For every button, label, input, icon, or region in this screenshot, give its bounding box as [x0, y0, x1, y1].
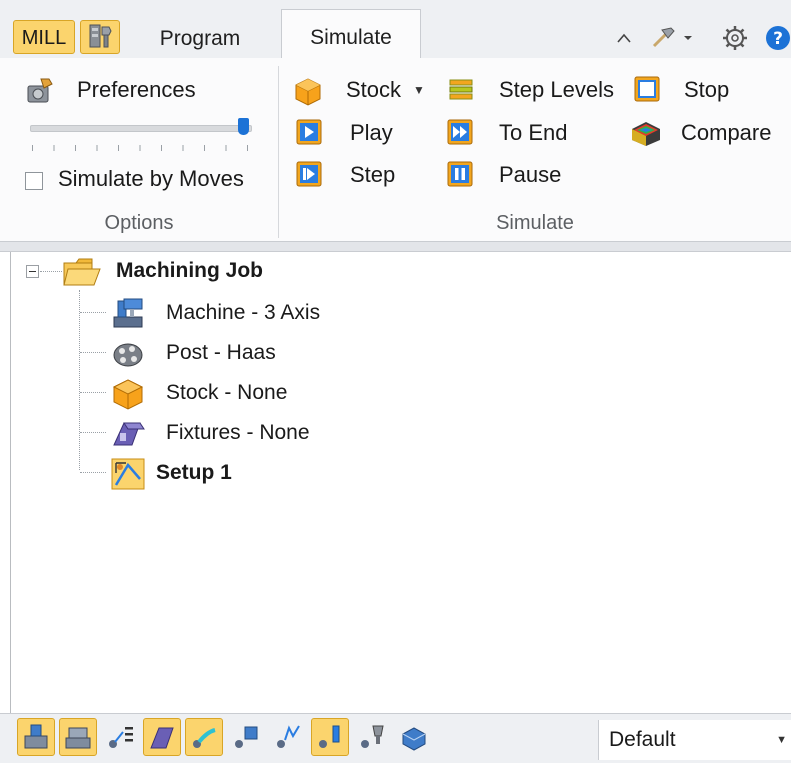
- tree-connector: [80, 392, 106, 393]
- compare-icon: [629, 119, 663, 147]
- tree-root-machining-job[interactable]: Machining Job: [62, 254, 263, 288]
- to-end-button[interactable]: To End: [447, 117, 568, 149]
- show-machine-table-icon: [65, 727, 91, 749]
- step-levels-icon: [447, 76, 475, 104]
- help-icon: ?: [766, 26, 790, 50]
- fixtures-icon: [110, 417, 145, 449]
- simulation-speed-slider[interactable]: [30, 125, 252, 132]
- tree-item-label: Fixtures - None: [166, 421, 310, 444]
- step-levels-label: Step Levels: [499, 77, 614, 102]
- help-button[interactable]: ?: [764, 24, 791, 52]
- tree-item-machine[interactable]: Machine - 3 Axis: [110, 296, 320, 330]
- chevron-down-icon: ▼: [413, 83, 425, 97]
- pause-button[interactable]: Pause: [447, 159, 561, 191]
- fast-forward-icon: [447, 119, 475, 147]
- tree-item-fixtures[interactable]: Fixtures - None: [110, 416, 310, 450]
- tree-item-label: Setup 1: [156, 461, 232, 484]
- tree-connector: [80, 312, 106, 313]
- tab-simulate[interactable]: Simulate: [281, 9, 421, 59]
- step-icon: [296, 161, 324, 189]
- customize-menu-button[interactable]: [648, 24, 696, 52]
- compare-button[interactable]: Compare: [629, 117, 771, 149]
- show-machine-toggle[interactable]: [17, 718, 55, 756]
- tool-library-icon: [89, 24, 112, 48]
- chevron-up-icon: [617, 33, 631, 43]
- tree-root-label: Machining Job: [116, 259, 263, 282]
- show-holder-icon: [361, 725, 384, 748]
- tool-library-button[interactable]: [80, 20, 120, 54]
- svg-text:?: ?: [773, 29, 783, 49]
- play-icon: [296, 119, 324, 147]
- show-toolpath-list-icon: [109, 727, 133, 748]
- hammer-icon: [652, 27, 692, 48]
- pause-icon: [447, 161, 475, 189]
- show-tool-toggle[interactable]: [311, 718, 349, 756]
- play-button[interactable]: Play: [296, 117, 393, 149]
- step-label: Step: [350, 162, 396, 187]
- stock-box-icon: [292, 76, 321, 106]
- show-toolpath-icon: [277, 725, 300, 748]
- show-holder-toggle[interactable]: [353, 718, 391, 756]
- folder-icon: [62, 255, 102, 287]
- stock-dropdown-button[interactable]: Stock ▼: [292, 74, 425, 106]
- tree-connector: [80, 352, 106, 353]
- simulate-by-moves-checkbox[interactable]: [25, 172, 43, 190]
- show-workpiece-icon: [402, 727, 426, 751]
- settings-button[interactable]: [721, 24, 749, 52]
- slider-ticks: [32, 145, 248, 151]
- show-part-icon: [193, 728, 216, 748]
- tab-program[interactable]: Program: [135, 20, 265, 58]
- post-icon: [110, 337, 143, 369]
- show-tool-icon: [319, 725, 340, 748]
- show-toolpath-list-toggle[interactable]: [101, 718, 139, 756]
- to-end-label: To End: [499, 120, 568, 145]
- compare-label: Compare: [681, 120, 772, 145]
- show-machine-icon: [24, 724, 48, 749]
- setup-icon: [110, 457, 145, 490]
- show-stock-icon: [235, 726, 258, 748]
- step-levels-button[interactable]: Step Levels: [447, 74, 614, 106]
- tree-item-post[interactable]: Post - Haas: [110, 336, 276, 370]
- show-toolpath-toggle[interactable]: [269, 718, 307, 756]
- preferences-label: Preferences: [77, 77, 196, 102]
- tree-connector: [40, 271, 62, 272]
- tree-connector: [79, 290, 80, 470]
- play-label: Play: [350, 120, 393, 145]
- stop-icon: [634, 76, 662, 104]
- gear-icon: [723, 26, 747, 50]
- simulate-by-moves-label[interactable]: Simulate by Moves: [58, 166, 244, 192]
- collapse-node-toggle[interactable]: [26, 265, 39, 278]
- preferences-icon: [25, 76, 53, 104]
- chevron-down-icon: ▼: [776, 734, 787, 746]
- show-stock-toggle[interactable]: [227, 718, 265, 756]
- tree-item-label: Machine - 3 Axis: [166, 301, 321, 324]
- simulation-speed-slider-thumb[interactable]: [238, 118, 249, 135]
- options-group-label: Options: [104, 212, 174, 234]
- stock-box-icon: [110, 377, 144, 410]
- tree-item-setup[interactable]: Setup 1: [110, 456, 232, 490]
- view-preset-select[interactable]: Default ▼: [598, 720, 791, 760]
- simulate-group-label: Simulate: [496, 212, 574, 234]
- tree-connector: [80, 472, 106, 473]
- step-button[interactable]: Step: [296, 159, 395, 191]
- show-machine-table-toggle[interactable]: [59, 718, 97, 756]
- show-part-toggle[interactable]: [185, 718, 223, 756]
- stock-label: Stock: [346, 77, 402, 102]
- show-fixtures-toggle[interactable]: [143, 718, 181, 756]
- machine-icon: [110, 297, 143, 329]
- show-workpiece-toggle[interactable]: [395, 718, 433, 756]
- mill-mode-button[interactable]: MILL: [13, 20, 75, 54]
- view-preset-value: Default: [609, 728, 676, 751]
- tree-item-label: Post - Haas: [166, 341, 276, 364]
- stop-button[interactable]: Stop: [634, 74, 729, 106]
- tree-item-label: Stock - None: [166, 381, 288, 404]
- pause-label: Pause: [499, 162, 562, 187]
- ribbon-bottom-border: [0, 241, 791, 252]
- collapse-ribbon-button[interactable]: [614, 24, 634, 52]
- tree-connector: [80, 432, 106, 433]
- show-fixtures-icon: [150, 727, 174, 749]
- stop-label: Stop: [684, 77, 730, 102]
- tree-item-stock[interactable]: Stock - None: [110, 376, 287, 410]
- preferences-button[interactable]: Preferences: [25, 74, 196, 106]
